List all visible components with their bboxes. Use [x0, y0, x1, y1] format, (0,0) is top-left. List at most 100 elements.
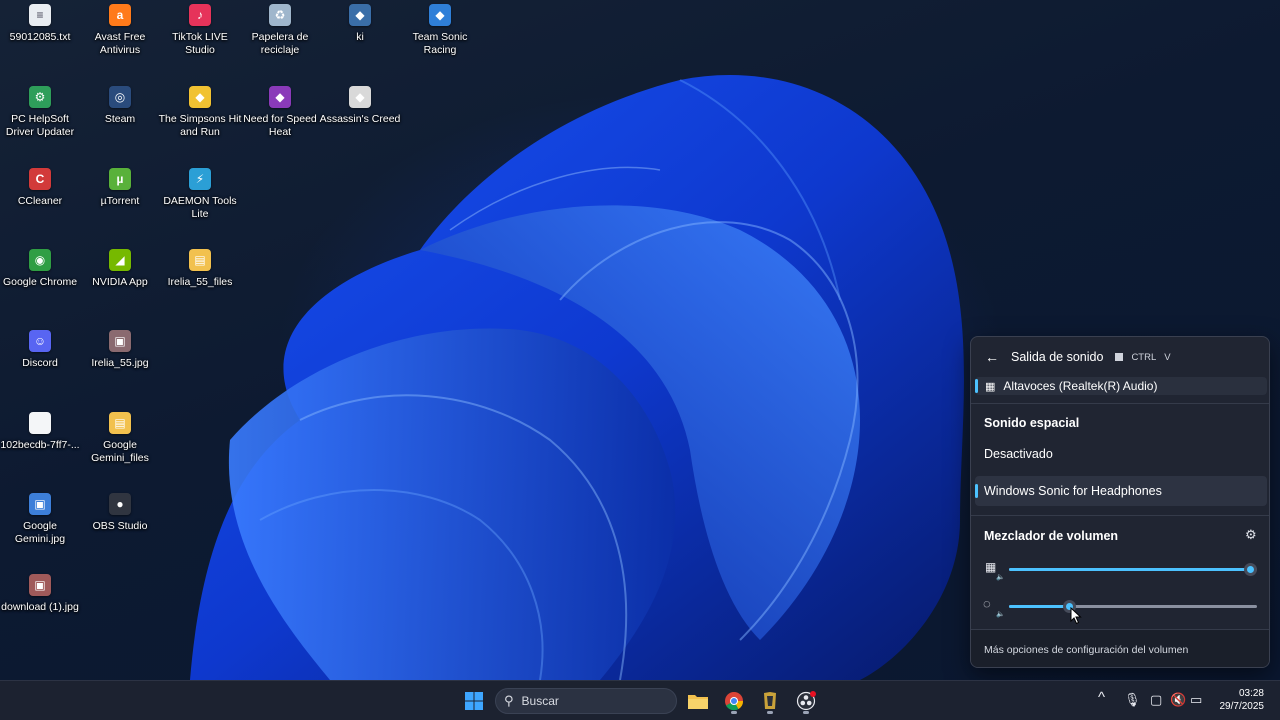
taskbar-search-input[interactable]: ⚲ Buscar [495, 688, 677, 714]
game-icon: ◆ [349, 4, 371, 26]
desktop-icon[interactable]: ⚡ DAEMON Tools Lite [160, 164, 240, 240]
desktop-icon[interactable]: ◆ Need for Speed Heat [240, 82, 320, 158]
desktop-icon-label: download (1).jpg [1, 601, 79, 613]
desktop-icon[interactable]: ▣ download (1).jpg [0, 570, 80, 646]
desktop-icon[interactable]: 102becdb-7ff7-... [0, 408, 80, 484]
desktop-icon[interactable]: ◆ The Simpsons Hit and Run [158, 82, 242, 158]
speaker-icon[interactable]: ▦ [985, 560, 996, 574]
volume-muted-icon[interactable]: 🔇 [1170, 692, 1186, 708]
desktop-icon[interactable]: ◆ Assassin's Creed [320, 82, 400, 158]
mixer-row-app: ◌ 🔈 [971, 594, 1269, 618]
desktop-icon[interactable]: C CCleaner [0, 164, 80, 240]
game-icon: ◆ [349, 86, 371, 108]
desktop-icon[interactable]: ▣ Irelia_55.jpg [80, 326, 160, 402]
desktop-icon-label: NVIDIA App [92, 276, 148, 288]
network-icon[interactable]: ▢ [1150, 692, 1162, 708]
sound-output-flyout: ← Salida de sonido CTRL V ▦ Altavoces (R… [970, 336, 1270, 668]
desktop-icon[interactable]: ▤ Irelia_55_files [160, 245, 240, 321]
desktop-icon[interactable]: µ µTorrent [80, 164, 160, 240]
search-icon: ⚲ [504, 693, 514, 708]
chrome-icon [725, 692, 744, 711]
desktop-icon[interactable]: ◆ ki [320, 0, 400, 76]
active-indicator [767, 711, 773, 714]
image-file-icon: ▣ [109, 330, 131, 352]
mute-icon: 🔈 [996, 611, 1005, 618]
volume-mixer-title: Mezclador de volumen [984, 529, 1119, 543]
microphone-icon[interactable]: 🎙 [1124, 692, 1141, 708]
spatial-sound-title: Sonido espacial [984, 416, 1080, 430]
tray-overflow-chevron-icon[interactable]: ^ [1098, 689, 1105, 706]
desktop-icon-label: 102becdb-7ff7-... [0, 439, 80, 451]
utorrent-icon: µ [109, 168, 131, 190]
desktop-icon-label: Avast Free Antivirus [94, 31, 146, 56]
desktop-icon-label: DAEMON Tools Lite [163, 195, 237, 220]
image-file-icon: ▣ [29, 574, 51, 596]
desktop-icon-label: Google Gemini.jpg [14, 520, 66, 545]
daemon-tools-icon: ⚡ [189, 168, 211, 190]
desktop-icon[interactable]: ◢ NVIDIA App [80, 245, 160, 321]
desktop-icon[interactable]: ◎ Steam [80, 82, 160, 158]
desktop-icon[interactable]: ⚙ PC HelpSoft Driver Updater [0, 82, 80, 158]
taskbar-file-explorer[interactable] [684, 687, 712, 715]
desktop-icon[interactable]: ▤ Google Gemini_files [80, 408, 160, 484]
start-icon [465, 692, 483, 710]
start-button[interactable] [460, 687, 488, 715]
desktop-icon-label: Steam [104, 113, 136, 125]
active-indicator [803, 711, 809, 714]
desktop-icon[interactable]: ◉ Google Chrome [0, 245, 80, 321]
taskbar-chrome[interactable] [720, 687, 748, 715]
speaker-device-icon: ▦ [985, 380, 996, 393]
system-clock[interactable]: 03:28 29/7/2025 [1220, 687, 1265, 713]
desktop-icon[interactable]: ♪ TikTok LIVE Studio [160, 0, 240, 76]
search-placeholder: Buscar [521, 694, 559, 708]
desktop-icon[interactable]: ≡ 59012085.txt [0, 0, 80, 76]
taskbar-obs[interactable] [792, 687, 820, 715]
desktop-icon-label: Team Sonic Racing [412, 31, 468, 56]
shortcut-ctrl-key: CTRL [1131, 351, 1157, 363]
divider [971, 515, 1269, 516]
desktop-icon[interactable]: ▣ Google Gemini.jpg [0, 489, 80, 565]
battery-icon[interactable]: ▭ [1190, 692, 1202, 708]
desktop-icon[interactable]: ☺ Discord [0, 326, 80, 402]
desktop-icon[interactable]: ◆ Team Sonic Racing [400, 0, 480, 76]
desktop-icon-label: OBS Studio [92, 520, 148, 532]
volume-slider-thumb[interactable] [1243, 563, 1257, 576]
selection-indicator [975, 484, 978, 498]
desktop-icon-label: Google Chrome [2, 276, 78, 288]
desktop-icon-label: Irelia_55.jpg [91, 357, 149, 369]
volume-slider[interactable] [1009, 563, 1257, 576]
game-icon: ◆ [429, 4, 451, 26]
obs-icon: ● [109, 493, 131, 515]
desktop-icon[interactable]: ● OBS Studio [80, 489, 160, 565]
back-arrow-icon[interactable]: ← [985, 349, 1005, 365]
shortcut-v-key: V [1164, 351, 1171, 363]
spatial-option-windows-sonic[interactable]: Windows Sonic for Headphones [975, 476, 1267, 506]
recycle-bin-icon: ♻ [269, 4, 291, 26]
desktop-icon-label: Assassin's Creed [319, 113, 401, 125]
windows-key-icon [1115, 353, 1124, 361]
more-volume-settings-link[interactable]: Más opciones de configuración del volume… [971, 629, 1269, 667]
ccleaner-icon: C [29, 168, 51, 190]
divider [971, 403, 1269, 404]
volume-slider-fill [1009, 568, 1250, 571]
desktop-icon-label: Irelia_55_files [167, 276, 233, 288]
taskbar-game-app[interactable] [756, 687, 784, 715]
desktop-icon-label: Google Gemini_files [91, 439, 149, 464]
spatial-option-label: Desactivado [984, 447, 1053, 461]
mouse-cursor-icon [1070, 607, 1082, 625]
output-device-item[interactable]: ▦ Altavoces (Realtek(R) Audio) [975, 377, 1267, 395]
desktop-icon-label: Discord [22, 357, 58, 369]
app-icon[interactable]: ◌ [983, 596, 991, 611]
mixer-settings-gear-icon[interactable]: ⚙ [1245, 527, 1257, 543]
volume-slider-fill [1009, 605, 1069, 608]
taskbar: ⚲ Buscar ^ 🎙 ▢ 🔇 ▭ 03:28 29/7/2025 [0, 680, 1280, 720]
selection-indicator [975, 379, 978, 393]
tiktok-icon: ♪ [189, 4, 211, 26]
volume-slider[interactable] [1009, 600, 1257, 613]
desktop-icon-label: TikTok LIVE Studio [172, 31, 228, 56]
desktop-icon-label: The Simpsons Hit and Run [158, 113, 242, 138]
desktop-icon[interactable]: ♻ Papelera de reciclaje [240, 0, 320, 76]
spatial-option-off[interactable]: Desactivado [975, 439, 1267, 469]
desktop-icon[interactable]: a Avast Free Antivirus [80, 0, 160, 76]
game-icon [764, 692, 776, 709]
